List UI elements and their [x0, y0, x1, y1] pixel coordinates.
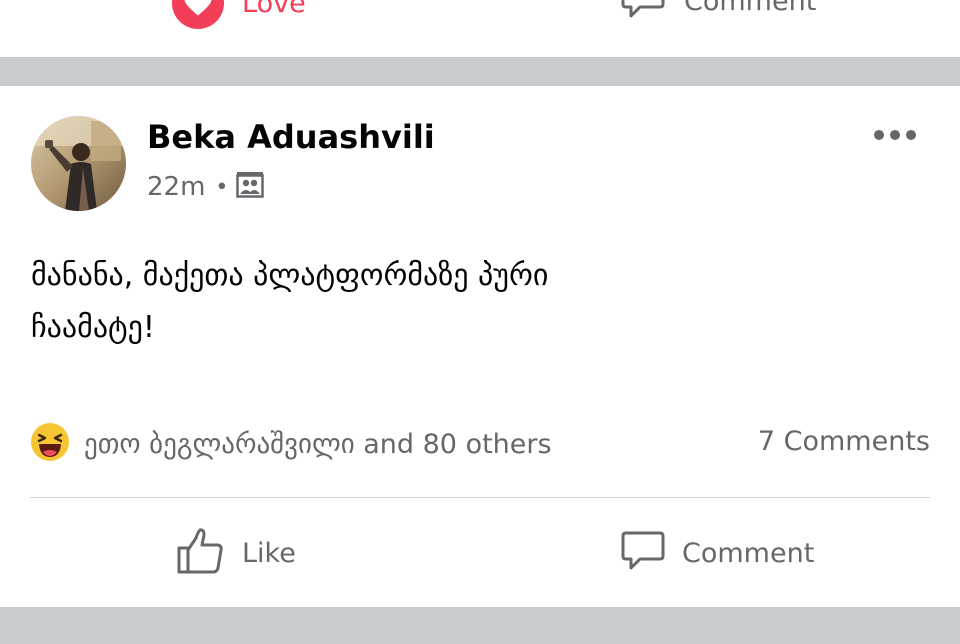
post-card: Beka Aduashvili 22m • მანანა, მაქეთა პლა… — [0, 86, 960, 607]
more-options-button[interactable] — [868, 118, 922, 152]
comment-button[interactable]: Comment — [620, 524, 814, 582]
like-icon — [176, 526, 226, 580]
comment-icon — [620, 0, 666, 25]
feed: Love Comment Beka Aduashvili 22m • მანან… — [0, 0, 960, 644]
friends-album-icon — [236, 172, 265, 202]
post-text-line: მანანა, მაქეთა პლატფორმაზე პური — [31, 258, 549, 293]
like-label: Like — [242, 537, 296, 569]
feed-separator — [0, 607, 960, 644]
reactions-text: ეთო ბეგლარაშვილი and 80 others — [84, 428, 552, 460]
comment-label: Comment — [684, 0, 817, 17]
love-icon — [172, 0, 224, 29]
previous-post-actions: Love Comment — [0, 0, 960, 57]
haha-icon — [30, 422, 70, 466]
love-label: Love — [242, 0, 306, 19]
feed-separator — [0, 57, 960, 86]
comments-count[interactable]: 7 Comments — [758, 426, 930, 457]
love-reaction-button[interactable]: Love — [172, 0, 306, 29]
reactions-summary[interactable]: ეთო ბეგლარაშვილი and 80 others — [30, 422, 552, 466]
avatar[interactable] — [31, 116, 126, 211]
more-options-icon — [873, 126, 917, 145]
post-timestamp[interactable]: 22m — [147, 172, 205, 202]
like-button[interactable]: Like — [176, 524, 296, 582]
post-text: მანანა, მაქეთა პლატფორმაზე პური ჩაამატე! — [31, 250, 911, 354]
meta-separator: • — [215, 174, 229, 200]
comment-label: Comment — [682, 537, 815, 569]
post-meta: 22m • — [147, 172, 265, 202]
author-name[interactable]: Beka Aduashvili — [147, 118, 435, 156]
previous-comment-button[interactable]: Comment — [620, 0, 816, 26]
divider — [30, 497, 930, 498]
post-text-line: ჩაამატე! — [31, 310, 155, 345]
comment-icon — [620, 528, 666, 578]
